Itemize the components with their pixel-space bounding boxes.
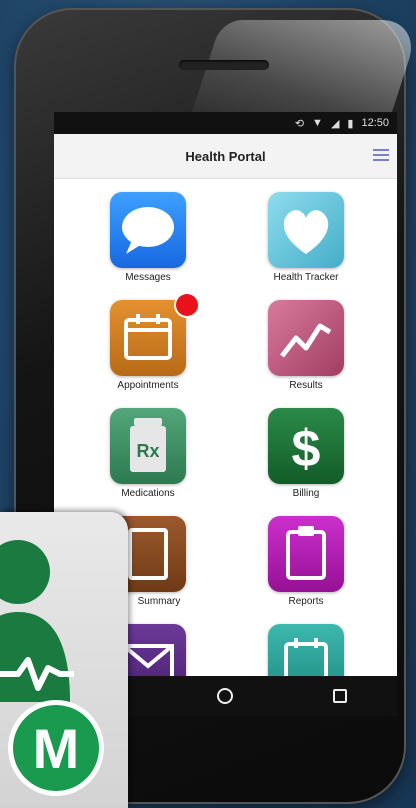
medical-app-logo-icon: M: [0, 512, 128, 808]
tile-appointments[interactable]: Appointments: [88, 294, 208, 391]
trend-chart-icon: [268, 300, 344, 376]
wifi-icon: ▼: [312, 117, 323, 129]
signal-icon: ◢: [330, 117, 340, 130]
app-header: Health Portal: [54, 134, 397, 179]
phone-speaker: [179, 60, 269, 70]
sync-icon: ⟲: [294, 117, 305, 130]
svg-text:Rx: Rx: [136, 441, 159, 461]
calendar-icon: [110, 300, 186, 376]
tile-medications[interactable]: Rx Medications: [88, 408, 208, 499]
tile-label: Results: [289, 380, 323, 391]
hamburger-menu-icon[interactable]: [373, 149, 389, 161]
speech-bubble-icon: [110, 192, 186, 268]
home-icon[interactable]: [217, 688, 234, 704]
heart-icon: [268, 192, 344, 268]
tile-label: Billing: [292, 488, 320, 499]
tile-label: Medications: [121, 488, 175, 499]
dollar-icon: $: [268, 408, 344, 484]
tile-label: Reports: [288, 596, 324, 607]
tile-reports[interactable]: Reports: [246, 516, 366, 607]
page-title: Health Portal: [185, 148, 266, 164]
status-time: 12:50: [361, 117, 389, 129]
rx-bottle-icon: Rx: [110, 408, 186, 484]
tile-messages[interactable]: Messages: [88, 192, 208, 283]
logo-letter: M: [33, 717, 80, 780]
clipboard-icon: [268, 516, 344, 592]
svg-text:$: $: [292, 420, 321, 478]
tile-label: Appointments: [117, 380, 179, 391]
tile-health-tracker[interactable]: Health Tracker: [246, 192, 366, 283]
battery-icon: ▮: [347, 117, 354, 130]
recent-apps-icon[interactable]: [333, 689, 348, 703]
notification-badge: [176, 294, 198, 316]
status-bar: ⟲ ▼ ◢ ▮ 12:50: [54, 112, 397, 134]
tile-label: Health Tracker: [273, 272, 339, 283]
tile-billing[interactable]: $ Billing: [246, 408, 366, 499]
tile-results[interactable]: Results: [246, 300, 366, 391]
tile-label: Messages: [125, 272, 171, 283]
